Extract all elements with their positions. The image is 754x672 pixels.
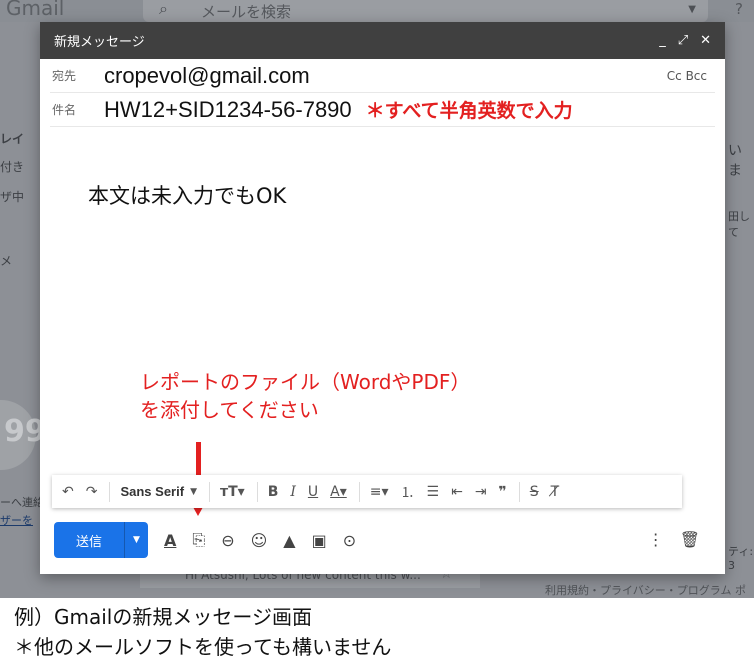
- indent-less-icon[interactable]: ⇤: [451, 484, 463, 500]
- bold-icon[interactable]: B: [268, 484, 279, 500]
- background-right-text: 田して: [728, 210, 750, 239]
- emoji-icon[interactable]: ☺: [251, 531, 268, 550]
- fullscreen-icon[interactable]: ⤢: [678, 33, 688, 48]
- italic-icon[interactable]: I: [290, 484, 296, 500]
- confidential-mode-icon[interactable]: ⊙: [343, 531, 356, 550]
- caption-line: 例）Gmailの新規メッセージ画面: [14, 605, 312, 629]
- background-right-text: ティ: 3: [728, 545, 754, 572]
- search-placeholder: メールを検索: [201, 3, 292, 21]
- hangouts-icon: 99: [0, 400, 46, 470]
- search-icon: ⌕: [159, 0, 168, 18]
- text-color-icon[interactable]: A▾: [330, 484, 347, 500]
- drive-icon[interactable]: ▲: [283, 531, 295, 550]
- message-body[interactable]: 本文は未入力でもOK: [88, 180, 286, 210]
- trash-icon[interactable]: 🗑: [680, 530, 700, 549]
- subject-field[interactable]: HW12+SID1234-56-7890: [104, 97, 352, 123]
- sidebar-item: 付き: [0, 160, 25, 174]
- numbered-list-icon[interactable]: ⒈: [401, 482, 415, 502]
- quote-icon[interactable]: ❞: [499, 484, 507, 500]
- background-right-text: いま: [728, 143, 742, 179]
- callout-line: レポートのファイル（WordやPDF）: [140, 370, 471, 394]
- attach-file-icon[interactable]: ⎘: [192, 530, 205, 550]
- divider: [208, 481, 210, 502]
- font-family-select[interactable]: Sans Serif: [120, 484, 184, 499]
- divider: [109, 481, 111, 502]
- strikethrough-icon[interactable]: S: [530, 484, 539, 500]
- sidebar-item: ザ中: [0, 190, 25, 204]
- insert-link-icon[interactable]: ⊖: [221, 531, 234, 550]
- to-field[interactable]: cropevol@gmail.com: [104, 63, 310, 89]
- cc-bcc-link[interactable]: Cc Bcc: [667, 69, 707, 83]
- divider: [256, 481, 258, 502]
- bulleted-list-icon[interactable]: ☰: [427, 484, 440, 500]
- subject-label: 件名: [52, 103, 77, 117]
- to-field-row: 宛先 cropevol@gmail.com Cc Bcc: [50, 59, 715, 93]
- more-options-icon[interactable]: ⋮: [648, 530, 664, 549]
- chevron-down-icon[interactable]: ▼: [190, 487, 197, 497]
- compose-bottom-bar: 送信 ▼ A ⎘ ⊖ ☺ ▲ ▣ ⊙ ⋮ 🗑: [54, 522, 714, 558]
- font-size-icon[interactable]: ᴛT▾: [220, 484, 245, 500]
- caption-line: ＊他のメールソフトを使っても構いません: [14, 635, 392, 659]
- divider: [358, 481, 360, 502]
- insert-photo-icon[interactable]: ▣: [312, 531, 327, 550]
- chevron-down-icon: ▼: [688, 4, 696, 15]
- formatting-options-icon[interactable]: A: [164, 531, 176, 550]
- compose-title: 新規メッセージ: [54, 35, 145, 50]
- remove-formatting-icon[interactable]: T̸: [551, 484, 560, 500]
- send-options-chevron-icon[interactable]: ▼: [124, 522, 148, 558]
- background-search-bar: ⌕ メールを検索 ▼: [143, 0, 708, 22]
- gmail-logo: Gmail: [6, 0, 65, 20]
- compose-header: 新規メッセージ _ ⤢ ✕: [40, 22, 725, 59]
- sidebar-item: レイ: [0, 132, 25, 146]
- help-icon: ?: [735, 0, 743, 18]
- caption: 例）Gmailの新規メッセージ画面 ＊他のメールソフトを使っても構いません: [0, 598, 754, 672]
- subject-annotation: ＊すべて半角英数で入力: [365, 100, 573, 122]
- close-icon[interactable]: ✕: [700, 33, 711, 48]
- chat-snippet: ザーを: [0, 514, 33, 527]
- compose-window: 新規メッセージ _ ⤢ ✕ 宛先 cropevol@gmail.com Cc B…: [40, 22, 725, 574]
- align-icon[interactable]: ≡▾: [370, 484, 389, 500]
- redo-icon[interactable]: ↷: [86, 484, 98, 500]
- to-label: 宛先: [52, 69, 77, 83]
- attachment-callout: レポートのファイル（WordやPDF） を添付してください: [140, 368, 470, 424]
- bottom-right-actions: ⋮ 🗑: [632, 530, 700, 549]
- formatting-toolbar: ↶ ↷ Sans Serif ▼ ᴛT▾ B I U A▾ ≡▾ ⒈ ☰ ⇤ ⇥…: [52, 475, 682, 508]
- underline-icon[interactable]: U: [308, 484, 318, 500]
- indent-more-icon[interactable]: ⇥: [475, 484, 487, 500]
- background-footer: 利用規約・プライバシー・プログラム ポ: [545, 584, 746, 597]
- send-button[interactable]: 送信: [54, 522, 124, 558]
- sidebar-item: メ: [0, 254, 13, 268]
- callout-line: を添付してください: [140, 398, 319, 422]
- chat-snippet: ーへ連絡: [0, 496, 44, 509]
- minimize-icon[interactable]: _: [659, 33, 666, 48]
- subject-field-row: 件名 HW12+SID1234-56-7890 ＊すべて半角英数で入力: [50, 93, 715, 127]
- divider: [518, 481, 520, 502]
- undo-icon[interactable]: ↶: [62, 484, 74, 500]
